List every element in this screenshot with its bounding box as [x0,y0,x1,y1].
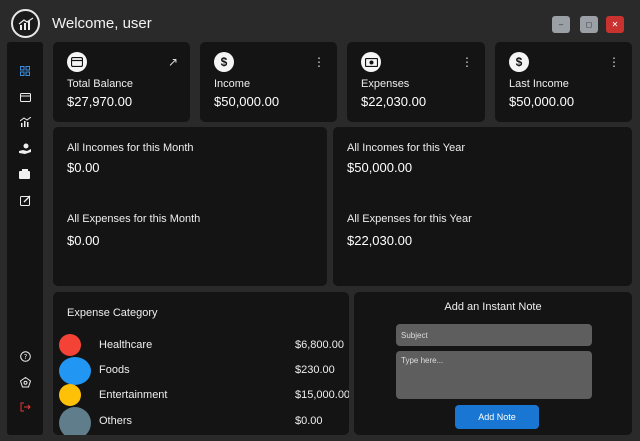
monthly-summary-panel: All Incomes for this Month $0.00 All Exp… [53,127,327,286]
close-button[interactable]: ✕ [606,16,624,33]
category-amount: $15,000.00 [295,389,349,401]
help-icon[interactable]: ? [17,348,33,364]
card-label: Total Balance [67,78,134,90]
list-item: Healthcare $6,800.00 [53,334,349,360]
sidebar: ? [7,42,43,435]
app-logo-icon [11,9,40,38]
list-item: Foods $230.00 [53,357,349,385]
logout-icon[interactable] [17,399,33,415]
expense-category-panel: Expense Category Healthcare $6,800.00 Fo… [53,292,349,435]
category-color-dot [59,407,91,435]
more-options-icon[interactable]: ⋮ [608,55,620,69]
settings-icon[interactable] [17,374,33,390]
subject-input[interactable] [396,324,592,346]
minimize-button[interactable]: – [552,16,570,33]
card-label: Expenses [361,78,410,90]
category-amount: $230.00 [295,364,335,376]
year-expense-label: All Expenses for this Year [347,213,472,225]
category-name: Healthcare [99,339,153,351]
category-name: Entertainment [99,389,168,401]
card-icon[interactable] [17,89,33,105]
note-title: Add an Instant Note [444,301,542,313]
expense-category-title: Expense Category [67,307,158,319]
income-card: $ ⋮ Income $50,000.00 [200,42,337,122]
year-income-label: All Incomes for this Year [347,142,466,154]
maximize-button[interactable]: ◻ [580,16,598,33]
edit-icon[interactable] [17,192,33,208]
last-income-card: $ ⋮ Last Income $50,000.00 [495,42,632,122]
card-icon [67,52,87,72]
instant-note-panel: Add an Instant Note Add Note [354,292,632,435]
chart-icon[interactable] [17,114,33,130]
list-item: Others $0.00 [53,407,349,435]
yearly-summary-panel: All Incomes for this Year $50,000.00 All… [333,127,632,286]
card-label: Income [214,78,251,90]
card-value: $27,970.00 [67,94,133,109]
month-income-value: $0.00 [67,160,100,175]
dollar-icon: $ [509,52,529,72]
card-value: $50,000.00 [214,94,280,109]
category-color-dot [59,357,91,385]
cash-icon [361,52,381,72]
hand-coin-icon[interactable] [17,140,33,156]
expenses-card: ⋮ Expenses $22,030.00 [347,42,485,122]
list-item: Entertainment $15,000.00 [53,384,349,410]
more-options-icon[interactable]: ⋮ [461,55,473,69]
card-value: $50,000.00 [509,94,575,109]
dashboard-icon[interactable] [17,63,33,79]
month-expense-value: $0.00 [67,233,100,248]
title-bar: Welcome, user – ◻ ✕ [0,0,640,42]
add-note-button[interactable]: Add Note [455,405,539,429]
year-income-value: $50,000.00 [347,160,413,175]
year-expense-value: $22,030.00 [347,233,413,248]
category-name: Foods [99,364,130,376]
category-color-dot [59,384,81,406]
trending-up-icon[interactable]: ↗ [168,55,178,69]
note-body-textarea[interactable] [396,351,592,399]
welcome-text: Welcome, user [52,15,152,32]
month-expense-label: All Expenses for this Month [67,213,201,225]
dollar-icon: $ [214,52,234,72]
category-amount: $0.00 [295,415,323,427]
svg-text:?: ? [23,353,27,361]
wallet-icon[interactable] [17,166,33,182]
total-balance-card: ↗ Total Balance $27,970.00 [53,42,190,122]
card-value: $22,030.00 [361,94,427,109]
category-color-dot [59,334,81,356]
card-label: Last Income [509,78,569,90]
more-options-icon[interactable]: ⋮ [313,55,325,69]
month-income-label: All Incomes for this Month [67,142,194,154]
category-amount: $6,800.00 [295,339,344,351]
category-name: Others [99,415,133,427]
